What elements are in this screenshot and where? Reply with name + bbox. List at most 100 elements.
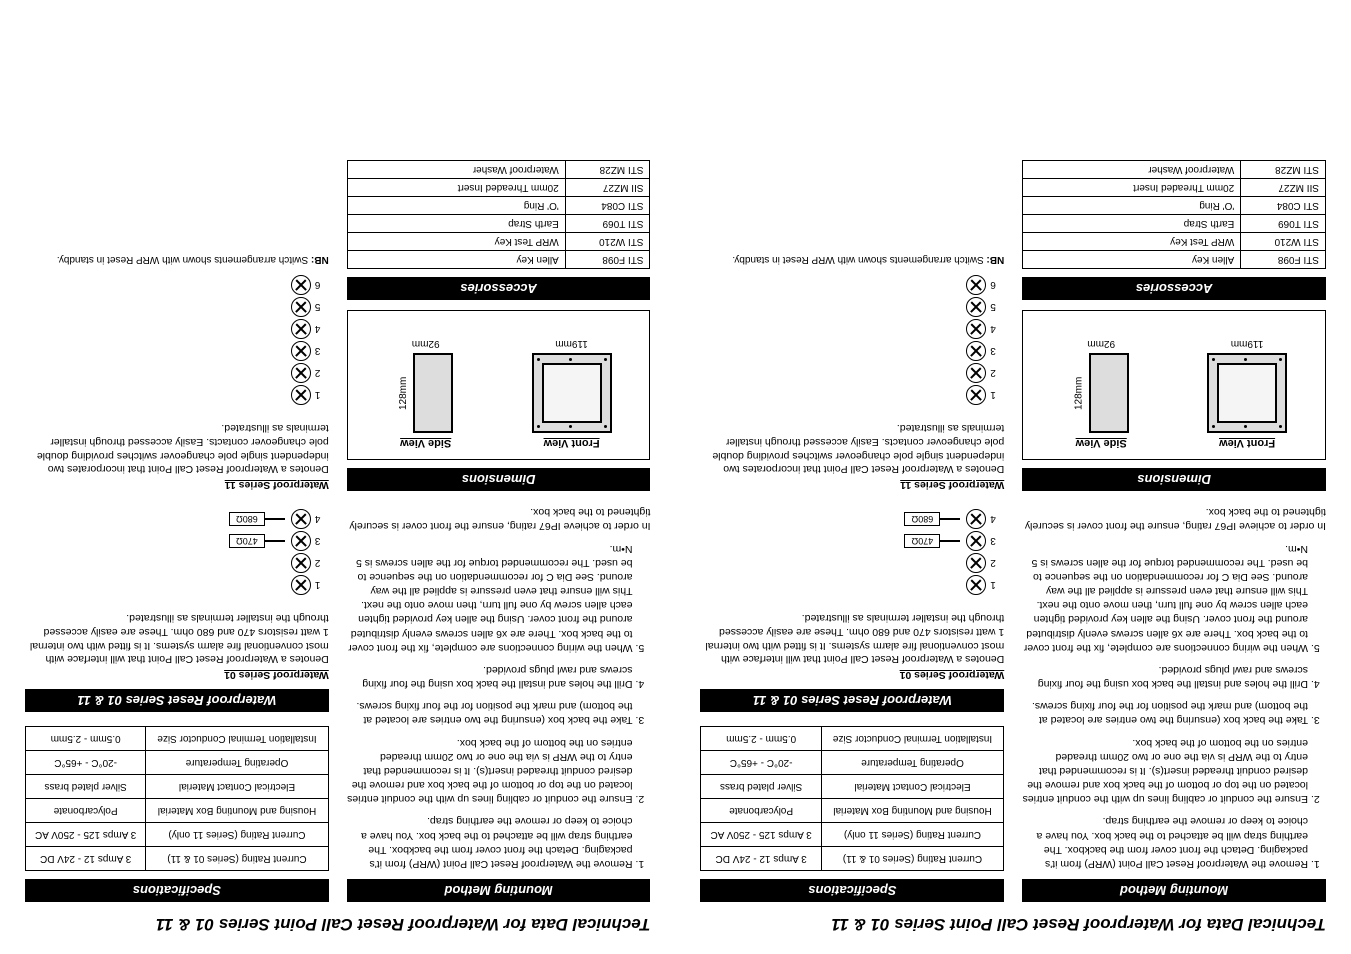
mounting-footer: In order to achieve IP67 rating, ensure … — [347, 505, 651, 533]
mounting-steps: Remove the Waterproof Reset Call Point (… — [347, 505, 651, 871]
table-row: Operating Temperature-20°C - +65°C — [26, 751, 329, 775]
series-11-text: Denotes a Waterproof Reset Call Point th… — [701, 421, 1005, 476]
side-view-label: Side View — [1076, 437, 1127, 449]
nb-text: Switch arrangements shown with WRP Reset… — [732, 254, 986, 265]
series-11-title: Waterproof Series 11 — [701, 477, 1005, 491]
nb-text: Switch arrangements shown with WRP Reset… — [57, 254, 311, 265]
dimensions-header: Dimensions — [1022, 468, 1326, 491]
side-view-box — [1089, 353, 1129, 433]
page-left: Technical Data for Waterproof Reset Call… — [676, 0, 1351, 954]
series-01-diagram: 1 2 3470Ω 4680Ω — [701, 509, 1005, 595]
accessories-header: Accessories — [347, 277, 651, 300]
page-right: Technical Data for Waterproof Reset Call… — [0, 0, 676, 954]
table-row: SII MZ2720mm Threaded Insert — [347, 179, 650, 197]
table-row: Current Rating (Series 11 only)3 Amps 12… — [701, 823, 1004, 847]
series-11-block: Waterproof Series 11 Denotes a Waterproo… — [701, 421, 1005, 491]
mounting-steps: Remove the Waterproof Reset Call Point (… — [1022, 505, 1326, 871]
dimensions-diagram: Front View 119mm Side View 128mm 92mm — [347, 310, 651, 460]
wrs-header: Waterproof Reset Series 01 & 11 — [25, 689, 329, 712]
accessories-header: Accessories — [1022, 277, 1326, 300]
accessories-table: STI F098Allen Key STI W210WRP Test Key S… — [1022, 160, 1326, 269]
table-row: STI T069Earth Strap — [1023, 215, 1326, 233]
specs-header: Specifications — [25, 879, 329, 902]
left-column: Mounting Method Remove the Waterproof Re… — [347, 160, 651, 902]
page-title: Technical Data for Waterproof Reset Call… — [701, 914, 1327, 934]
mounting-step: Drill the holes and install the back box… — [347, 663, 633, 691]
table-row: STI W210WRP Test Key — [347, 233, 650, 251]
table-row: Current Rating (Series 01 & 11)3 Amps 12… — [26, 847, 329, 871]
table-row: Housing and Mounting Box MaterialPolycar… — [701, 799, 1004, 823]
mounting-step: Ensure the conduit or cabling lines up w… — [347, 735, 633, 806]
table-row: SII MZ2720mm Threaded Insert — [1023, 179, 1326, 197]
table-row: Installation Terminal Conductor Size0.5m… — [26, 727, 329, 751]
side-height: 92mm — [412, 338, 440, 349]
left-column: Mounting Method Remove the Waterproof Re… — [1022, 160, 1326, 902]
resistor-label: 680Ω — [229, 512, 265, 526]
table-row: STI F098Allen Key — [347, 251, 650, 269]
series-01-block: Waterproof Series 01 Denotes a Waterproo… — [25, 611, 329, 681]
front-width: 119mm — [1231, 338, 1264, 349]
resistor-label: 680Ω — [905, 512, 941, 526]
nb-label: NB: — [311, 254, 329, 265]
dimensions-diagram: Front View 119mm Side View 128mm 92mm — [1022, 310, 1326, 460]
table-row: Housing and Mounting Box MaterialPolycar… — [26, 799, 329, 823]
mounting-header: Mounting Method — [1022, 879, 1326, 902]
resistor-label: 470Ω — [905, 534, 941, 548]
nb-note: NB: Switch arrangements shown with WRP R… — [701, 254, 1005, 265]
series-01-title: Waterproof Series 01 — [701, 667, 1005, 681]
page-title: Technical Data for Waterproof Reset Call… — [25, 914, 651, 934]
side-view-box — [413, 353, 453, 433]
series-01-text: Denotes a Waterproof Reset Call Point th… — [701, 611, 1005, 666]
table-row: Installation Terminal Conductor Size0.5m… — [701, 727, 1004, 751]
front-view-label: Front View — [1219, 437, 1275, 449]
side-depth: 128mm — [1074, 376, 1085, 409]
right-column: Specifications Current Rating (Series 01… — [701, 160, 1005, 902]
table-row: STI W210WRP Test Key — [1023, 233, 1326, 251]
front-view-label: Front View — [544, 437, 600, 449]
series-01-text: Denotes a Waterproof Reset Call Point th… — [25, 611, 329, 666]
table-row: STI T069Earth Strap — [347, 215, 650, 233]
mounting-step: Drill the holes and install the back box… — [1022, 663, 1308, 691]
table-row: STI C084'O' Ring — [347, 197, 650, 215]
table-row: Operating Temperature-20°C - +65°C — [701, 751, 1004, 775]
mounting-step: Take the back box (ensuring the two entr… — [1022, 699, 1308, 727]
table-row: Electrical Contact MaterialSilver plated… — [701, 775, 1004, 799]
specs-table: Current Rating (Series 01 & 11)3 Amps 12… — [25, 726, 329, 871]
front-view-box — [1207, 353, 1287, 433]
series-11-title: Waterproof Series 11 — [25, 477, 329, 491]
nb-note: NB: Switch arrangements shown with WRP R… — [25, 254, 329, 265]
mounting-header: Mounting Method — [347, 879, 651, 902]
front-view-box — [532, 353, 612, 433]
wrs-header: Waterproof Reset Series 01 & 11 — [701, 689, 1005, 712]
mounting-step: Ensure the conduit or cabling lines up w… — [1022, 735, 1308, 806]
side-view-label: Side View — [400, 437, 451, 449]
table-row: Current Rating (Series 01 & 11)3 Amps 12… — [701, 847, 1004, 871]
series-01-title: Waterproof Series 01 — [25, 667, 329, 681]
table-row: STI MZ28Waterproof Washer — [1023, 161, 1326, 179]
series-11-diagram: 1 2 3 4 5 6 — [25, 275, 329, 405]
side-depth: 128mm — [398, 376, 409, 409]
mounting-step: Remove the Waterproof Reset Call Point (… — [1022, 814, 1308, 871]
right-column: Specifications Current Rating (Series 01… — [25, 160, 329, 902]
mounting-step: When the wiring connections are complete… — [1022, 541, 1308, 654]
series-11-diagram: 1 2 3 4 5 6 — [701, 275, 1005, 405]
series-01-diagram: 1 2 3470Ω 4680Ω — [25, 509, 329, 595]
table-row: Electrical Contact MaterialSilver plated… — [26, 775, 329, 799]
specs-header: Specifications — [701, 879, 1005, 902]
resistor-label: 470Ω — [229, 534, 265, 548]
side-height: 92mm — [1087, 338, 1115, 349]
mounting-footer: In order to achieve IP67 rating, ensure … — [1022, 505, 1326, 533]
accessories-table: STI F098Allen Key STI W210WRP Test Key S… — [347, 160, 651, 269]
series-11-block: Waterproof Series 11 Denotes a Waterproo… — [25, 421, 329, 491]
mounting-step: Take the back box (ensuring the two entr… — [347, 699, 633, 727]
table-row: Current Rating (Series 11 only)3 Amps 12… — [26, 823, 329, 847]
dimensions-header: Dimensions — [347, 468, 651, 491]
table-row: STI MZ28Waterproof Washer — [347, 161, 650, 179]
series-11-text: Denotes a Waterproof Reset Call Point th… — [25, 421, 329, 476]
nb-label: NB: — [986, 254, 1004, 265]
table-row: STI C084'O' Ring — [1023, 197, 1326, 215]
front-width: 119mm — [555, 338, 588, 349]
table-row: STI F098Allen Key — [1023, 251, 1326, 269]
mounting-step: Remove the Waterproof Reset Call Point (… — [347, 814, 633, 871]
series-01-block: Waterproof Series 01 Denotes a Waterproo… — [701, 611, 1005, 681]
